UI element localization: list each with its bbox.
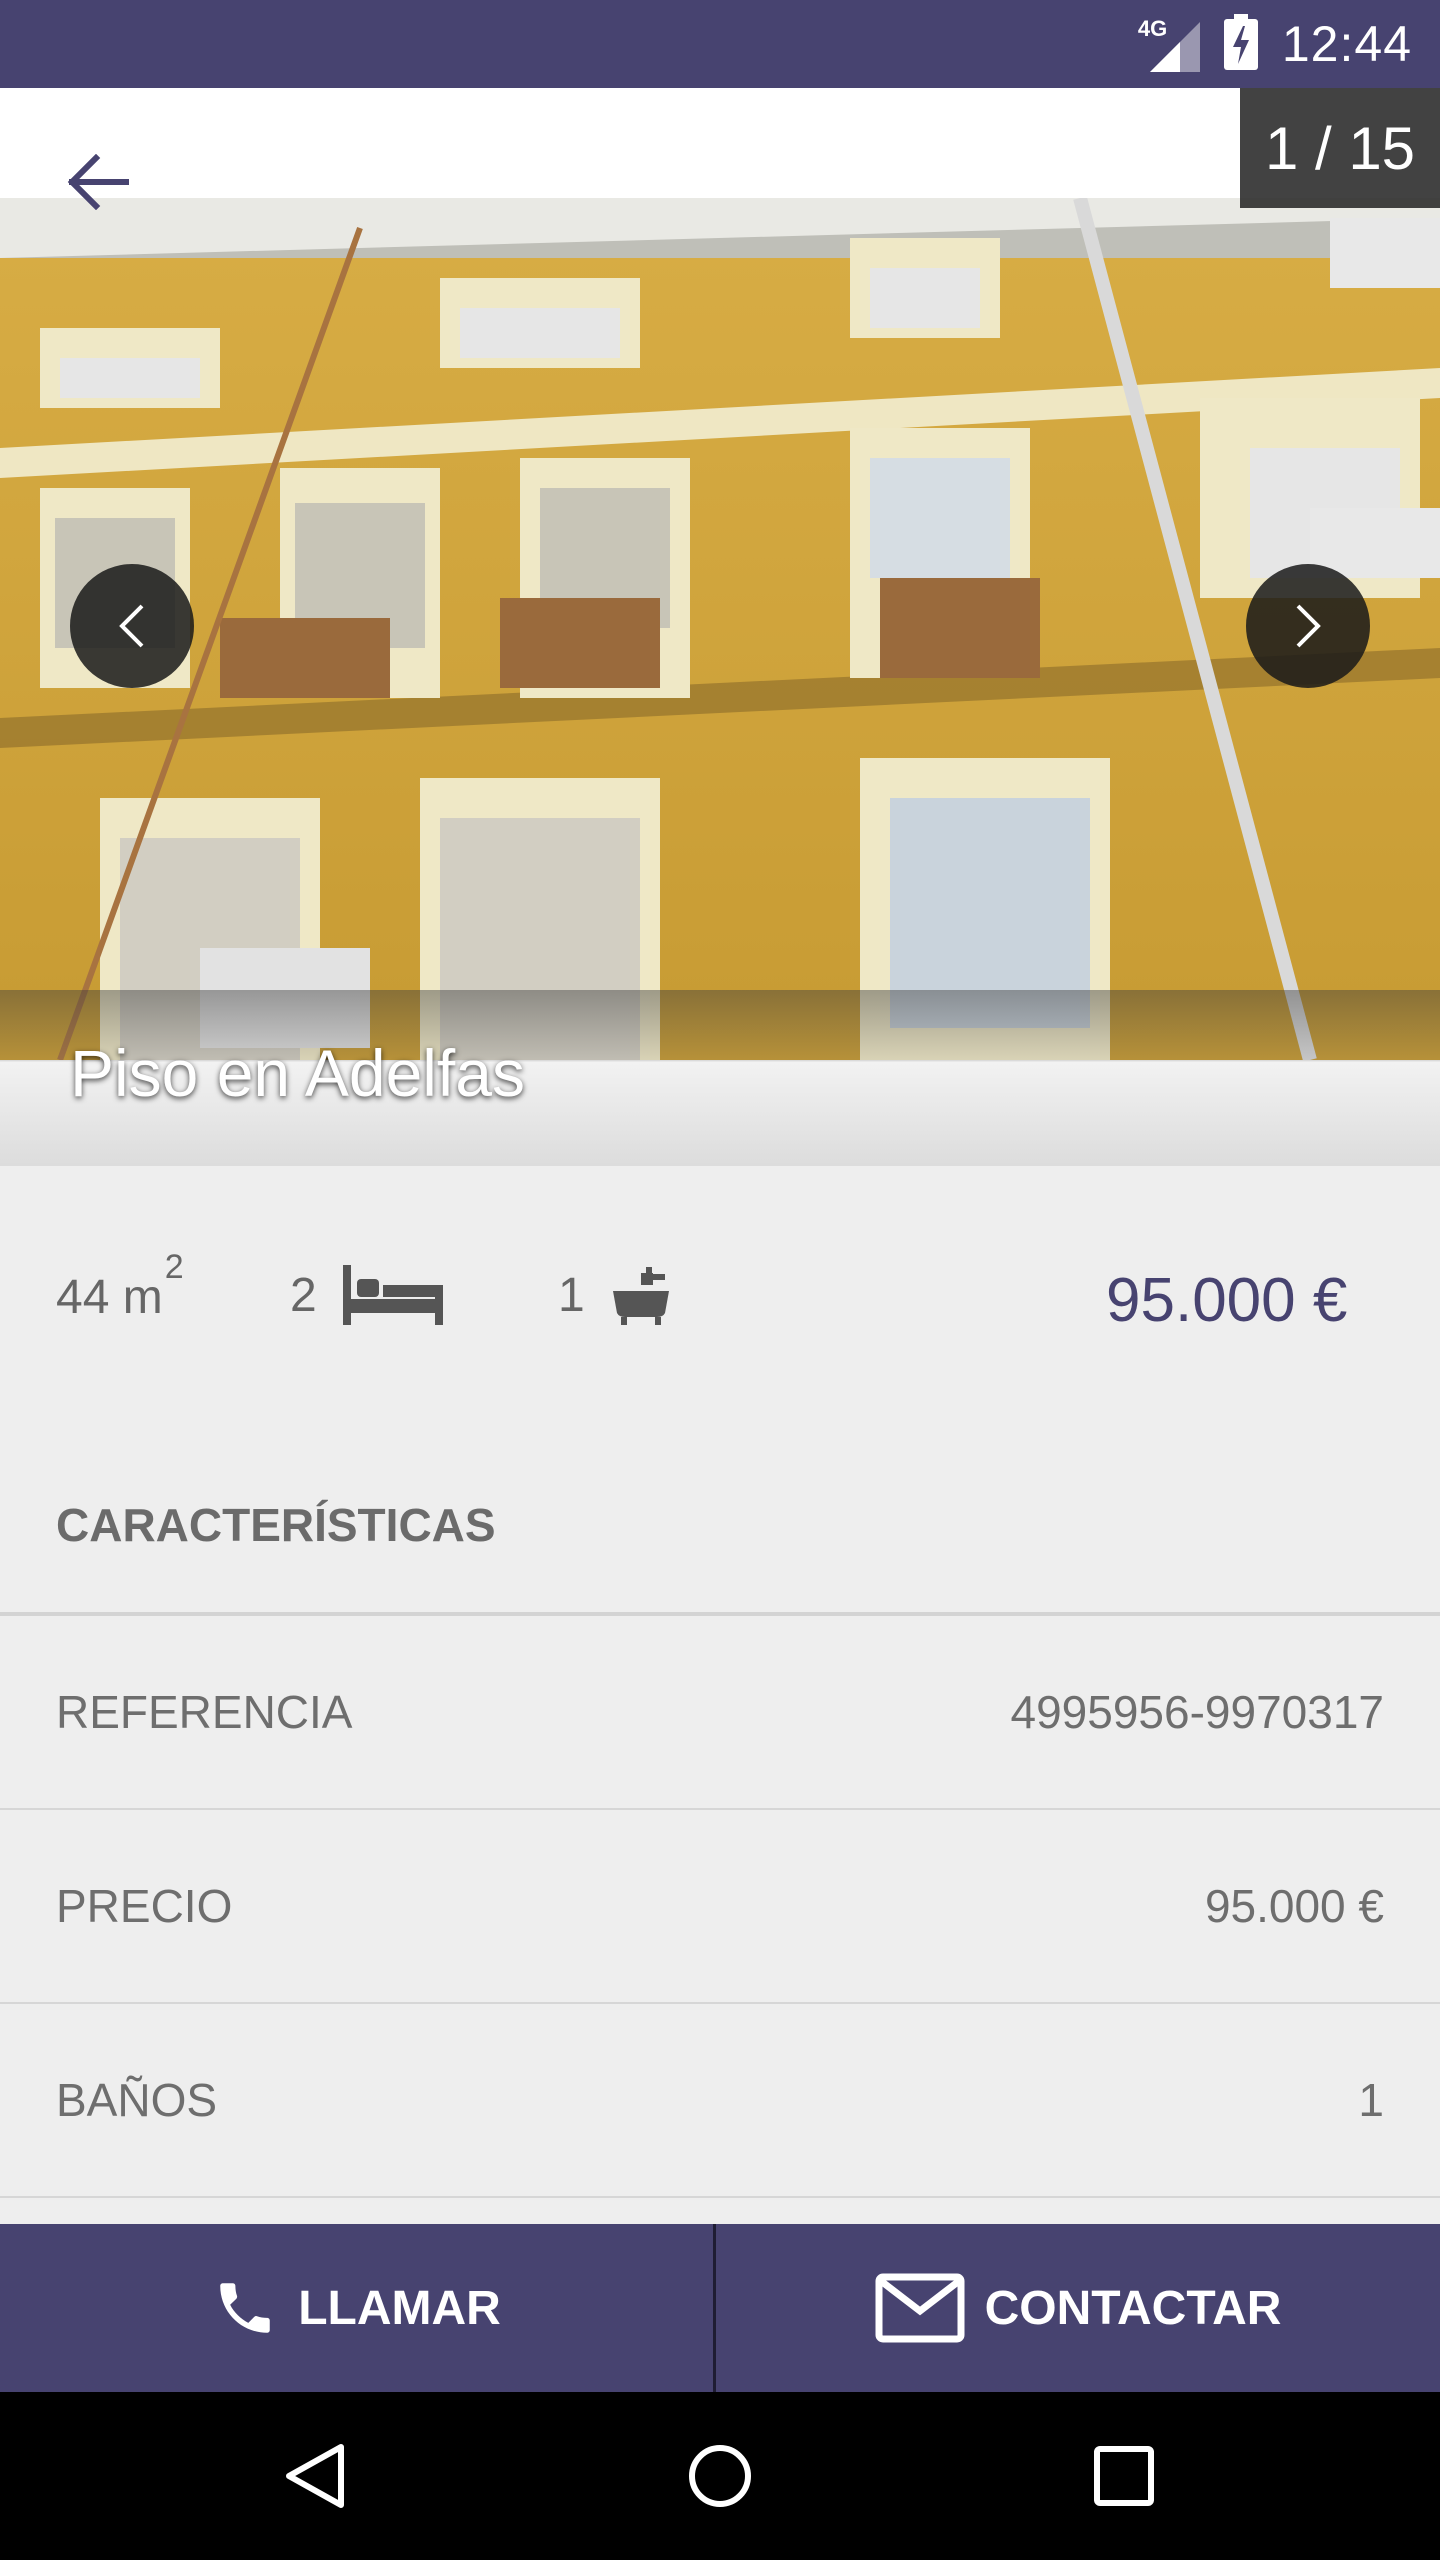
feature-value: 95.000 €: [1204, 1880, 1384, 1932]
property-photo[interactable]: [0, 198, 1440, 1060]
feature-row-reference: REFERENCIA 4995956-9970317: [0, 1616, 1440, 1810]
recents-square-icon: [1094, 2446, 1154, 2506]
status-indicators: 4G 12:44: [1138, 0, 1412, 88]
photo-counter: 1 / 15: [1240, 88, 1440, 208]
battery-icon: [1223, 13, 1258, 75]
next-photo-button[interactable]: [1246, 564, 1370, 688]
feature-value: 1: [1358, 2074, 1384, 2126]
back-button[interactable]: [56, 140, 140, 224]
header: [0, 88, 1440, 198]
call-button-label: LLAMAR: [298, 2281, 501, 2335]
bedrooms-summary: 2: [290, 1255, 443, 1335]
system-home-button[interactable]: [670, 2426, 770, 2526]
status-bar: 4G 12:44: [0, 0, 1440, 88]
action-bar: LLAMAR CONTACTAR: [0, 2224, 1440, 2392]
feature-label: PRECIO: [56, 1880, 233, 1932]
feature-row-price: PRECIO 95.000 €: [0, 1810, 1440, 2004]
home-circle-icon: [689, 2445, 751, 2507]
listing-title: Piso en Adelfas: [70, 1036, 525, 1110]
feature-value: 4995956-9970317: [1010, 1686, 1384, 1738]
call-button[interactable]: LLAMAR: [0, 2224, 716, 2392]
system-nav-bar: [0, 2392, 1440, 2560]
status-time: 12:44: [1281, 16, 1412, 72]
mail-icon: [875, 2273, 965, 2343]
section-header-features: CARACTERÍSTICAS: [56, 1499, 496, 1551]
chevron-left-icon: [119, 604, 144, 648]
feature-label: REFERENCIA: [56, 1686, 353, 1738]
area-value: 44 m: [56, 1270, 163, 1324]
signal-icon: 4G: [1138, 16, 1200, 72]
system-recents-button[interactable]: [1074, 2426, 1174, 2526]
system-back-button[interactable]: [266, 2426, 366, 2526]
phone-icon: [220, 2283, 270, 2333]
bed-icon: [342, 1265, 443, 1325]
feature-label: BAÑOS: [56, 2074, 218, 2126]
chevron-right-icon: [1296, 604, 1321, 648]
area-unit-superscript: 2: [164, 1247, 184, 1286]
contact-button-label: CONTACTAR: [984, 2281, 1282, 2335]
bathtub-icon: [612, 1267, 669, 1325]
bedrooms-count: 2: [290, 1268, 317, 1322]
bathrooms-count: 1: [558, 1268, 585, 1322]
price: 95.000 €: [1106, 1266, 1348, 1335]
arrow-left-icon: [67, 154, 129, 210]
bathrooms-summary: 1: [558, 1255, 671, 1335]
area-summary: 44 m2: [56, 1248, 184, 1335]
contact-button[interactable]: CONTACTAR: [716, 2224, 1440, 2392]
feature-row-bathrooms: BAÑOS 1: [0, 2004, 1440, 2198]
previous-photo-button[interactable]: [70, 564, 194, 688]
back-triangle-icon: [286, 2444, 344, 2508]
